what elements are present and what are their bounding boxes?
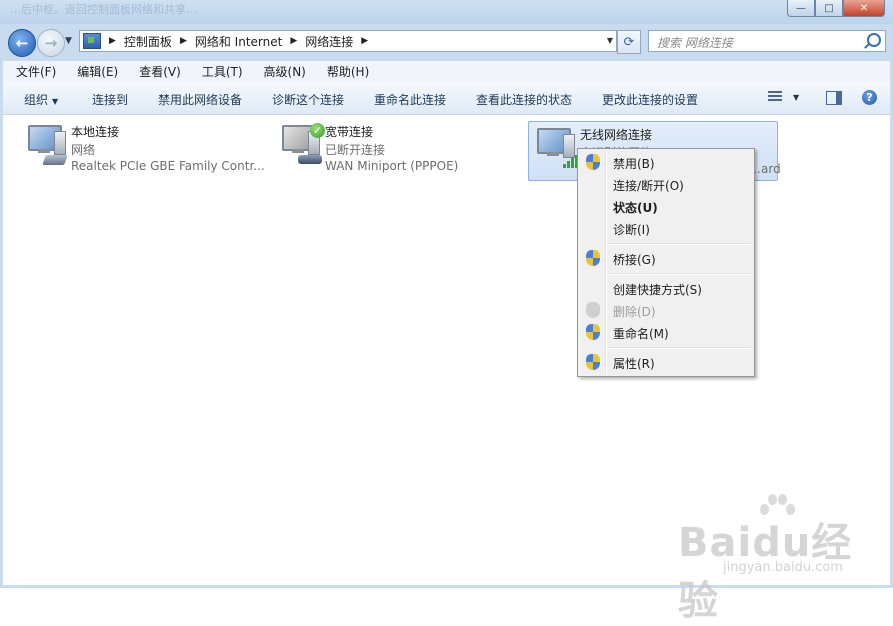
uac-shield-icon (586, 324, 600, 340)
view-dropdown-icon[interactable]: ▼ (793, 93, 799, 102)
disable-device-button[interactable]: 禁用此网络设备 (158, 91, 242, 108)
maximize-button[interactable]: □ (815, 0, 843, 17)
recent-pages-dropdown[interactable]: ▼ (65, 36, 72, 46)
menu-item-delete: 删除(D) (580, 299, 752, 321)
help-icon[interactable]: ? (862, 90, 877, 105)
menu-item-label: 删除(D) (613, 305, 656, 319)
connect-to-button[interactable]: 连接到 (92, 91, 128, 108)
connection-local[interactable]: 本地连接 网络 Realtek PCIe GBE Family Contr... (20, 119, 270, 177)
menu-item-label: 诊断(I) (613, 223, 650, 237)
menu-item-label: 重命名(M) (613, 327, 669, 341)
check-icon: ✓ (310, 123, 325, 138)
menu-advanced[interactable]: 高级(N) (251, 63, 314, 80)
explorer-window: …后中枢。返回控制面板网络和共享… — □ ✕ ← → ▼ ▶ 控制面板 ▶ 网… (0, 0, 893, 624)
refresh-icon: ⟳ (623, 34, 635, 50)
address-dropdown-icon[interactable]: ▼ (607, 36, 613, 45)
chevron-right-icon[interactable]: ▶ (180, 36, 187, 46)
connection-name: 宽带连接 (325, 125, 374, 139)
breadcrumb-network-internet[interactable]: 网络和 Internet (195, 33, 282, 50)
menu-item-label: 禁用(B) (613, 157, 655, 171)
menu-item-bridge[interactable]: 桥接(G) (580, 247, 752, 269)
uac-shield-icon (586, 154, 600, 170)
menu-help[interactable]: 帮助(H) (314, 63, 377, 80)
control-panel-icon (83, 33, 101, 49)
address-bar[interactable]: ▶ 控制面板 ▶ 网络和 Internet ▶ 网络连接 ▶ ▼ (79, 30, 617, 52)
organize-label: 组织 (24, 93, 49, 107)
menu-item-create-shortcut[interactable]: 创建快捷方式(S) (580, 277, 752, 299)
rename-button[interactable]: 重命名此连接 (374, 91, 446, 108)
menu-item-label: 桥接(G) (613, 253, 656, 267)
uac-shield-icon (586, 302, 600, 318)
menu-separator (608, 243, 751, 245)
uac-shield-icon (586, 354, 600, 370)
menu-item-label: 连接/断开(O) (613, 179, 684, 193)
minimize-button[interactable]: — (787, 0, 815, 17)
connection-broadband[interactable]: ✓ 宽带连接 已断开连接 WAN Miniport (PPPOE) (274, 119, 514, 177)
command-bar: 组织 ▼ 连接到 禁用此网络设备 诊断这个连接 重命名此连接 查看此连接的状态 更… (3, 82, 890, 115)
menu-view[interactable]: 查看(V) (126, 63, 189, 80)
menu-item-connect-disconnect[interactable]: 连接/断开(O) (580, 173, 752, 195)
connection-name: 无线网络连接 (580, 128, 653, 142)
diagnose-button[interactable]: 诊断这个连接 (272, 91, 344, 108)
chevron-right-icon[interactable]: ▶ (290, 36, 297, 46)
menu-item-diagnose[interactable]: 诊断(I) (580, 217, 752, 239)
menu-item-status[interactable]: 状态(U) (580, 195, 752, 217)
chevron-right-icon[interactable]: ▶ (109, 36, 116, 46)
menu-item-disable[interactable]: 禁用(B) (580, 151, 752, 173)
connection-status: 网络 (71, 143, 96, 157)
menu-item-properties[interactable]: 属性(R) (580, 351, 752, 373)
menu-item-label: 创建快捷方式(S) (613, 283, 702, 297)
change-settings-button[interactable]: 更改此连接的设置 (602, 91, 698, 108)
menu-item-rename[interactable]: 重命名(M) (580, 321, 752, 343)
search-input[interactable]: 搜索 网络连接 (648, 30, 886, 52)
refresh-button[interactable]: ⟳ (617, 30, 641, 54)
forward-button[interactable]: → (37, 29, 65, 57)
menu-item-label: 属性(R) (613, 357, 655, 371)
connection-status: 已断开连接 (325, 143, 386, 157)
window-title: …后中枢。返回控制面板网络和共享… (10, 3, 197, 16)
wireless-adapter-icon (533, 126, 582, 170)
organize-button[interactable]: 组织 ▼ (24, 91, 58, 108)
watermark-url: jingyan.baidu.com (723, 560, 843, 575)
uac-shield-icon (586, 250, 600, 266)
chevron-right-icon[interactable]: ▶ (361, 36, 368, 46)
back-button[interactable]: ← (8, 29, 36, 57)
close-button[interactable]: ✕ (843, 0, 885, 17)
breadcrumb-network-connections[interactable]: 网络连接 (305, 33, 353, 50)
menu-file[interactable]: 文件(F) (3, 63, 64, 80)
window-controls: — □ ✕ (787, 0, 885, 17)
title-bar[interactable]: …后中枢。返回控制面板网络和共享… — □ ✕ (0, 0, 893, 24)
connection-name: 本地连接 (71, 125, 120, 139)
menu-separator (608, 347, 751, 349)
navigation-bar: ← → ▼ ▶ 控制面板 ▶ 网络和 Internet ▶ 网络连接 ▶ ▼ ⟳… (0, 24, 893, 60)
baidu-watermark: Baidu经验 jingyan.baidu.com (668, 488, 878, 624)
menu-edit[interactable]: 编辑(E) (64, 63, 126, 80)
search-placeholder: 搜索 网络连接 (657, 36, 733, 50)
menu-bar: 文件(F) 编辑(E) 查看(V) 工具(T) 高级(N) 帮助(H) (3, 61, 890, 83)
search-icon[interactable] (867, 33, 881, 47)
chevron-down-icon: ▼ (52, 97, 59, 106)
network-adapter-icon (24, 123, 68, 167)
connection-adapter: WAN Miniport (PPPOE) (325, 159, 459, 173)
breadcrumb-control-panel[interactable]: 控制面板 (124, 33, 172, 50)
broadband-adapter-icon: ✓ (278, 123, 325, 167)
menu-separator (608, 273, 751, 275)
change-view-icon[interactable] (768, 91, 782, 104)
menu-tools[interactable]: 工具(T) (189, 63, 251, 80)
connection-adapter: Realtek PCIe GBE Family Contr... (71, 159, 265, 173)
preview-pane-icon[interactable] (826, 91, 842, 105)
menu-item-label: 状态(U) (613, 201, 658, 215)
context-menu: 禁用(B) 连接/断开(O) 状态(U) 诊断(I) 桥接(G) 创建快捷方式(… (577, 148, 755, 377)
view-status-button[interactable]: 查看此连接的状态 (476, 91, 572, 108)
